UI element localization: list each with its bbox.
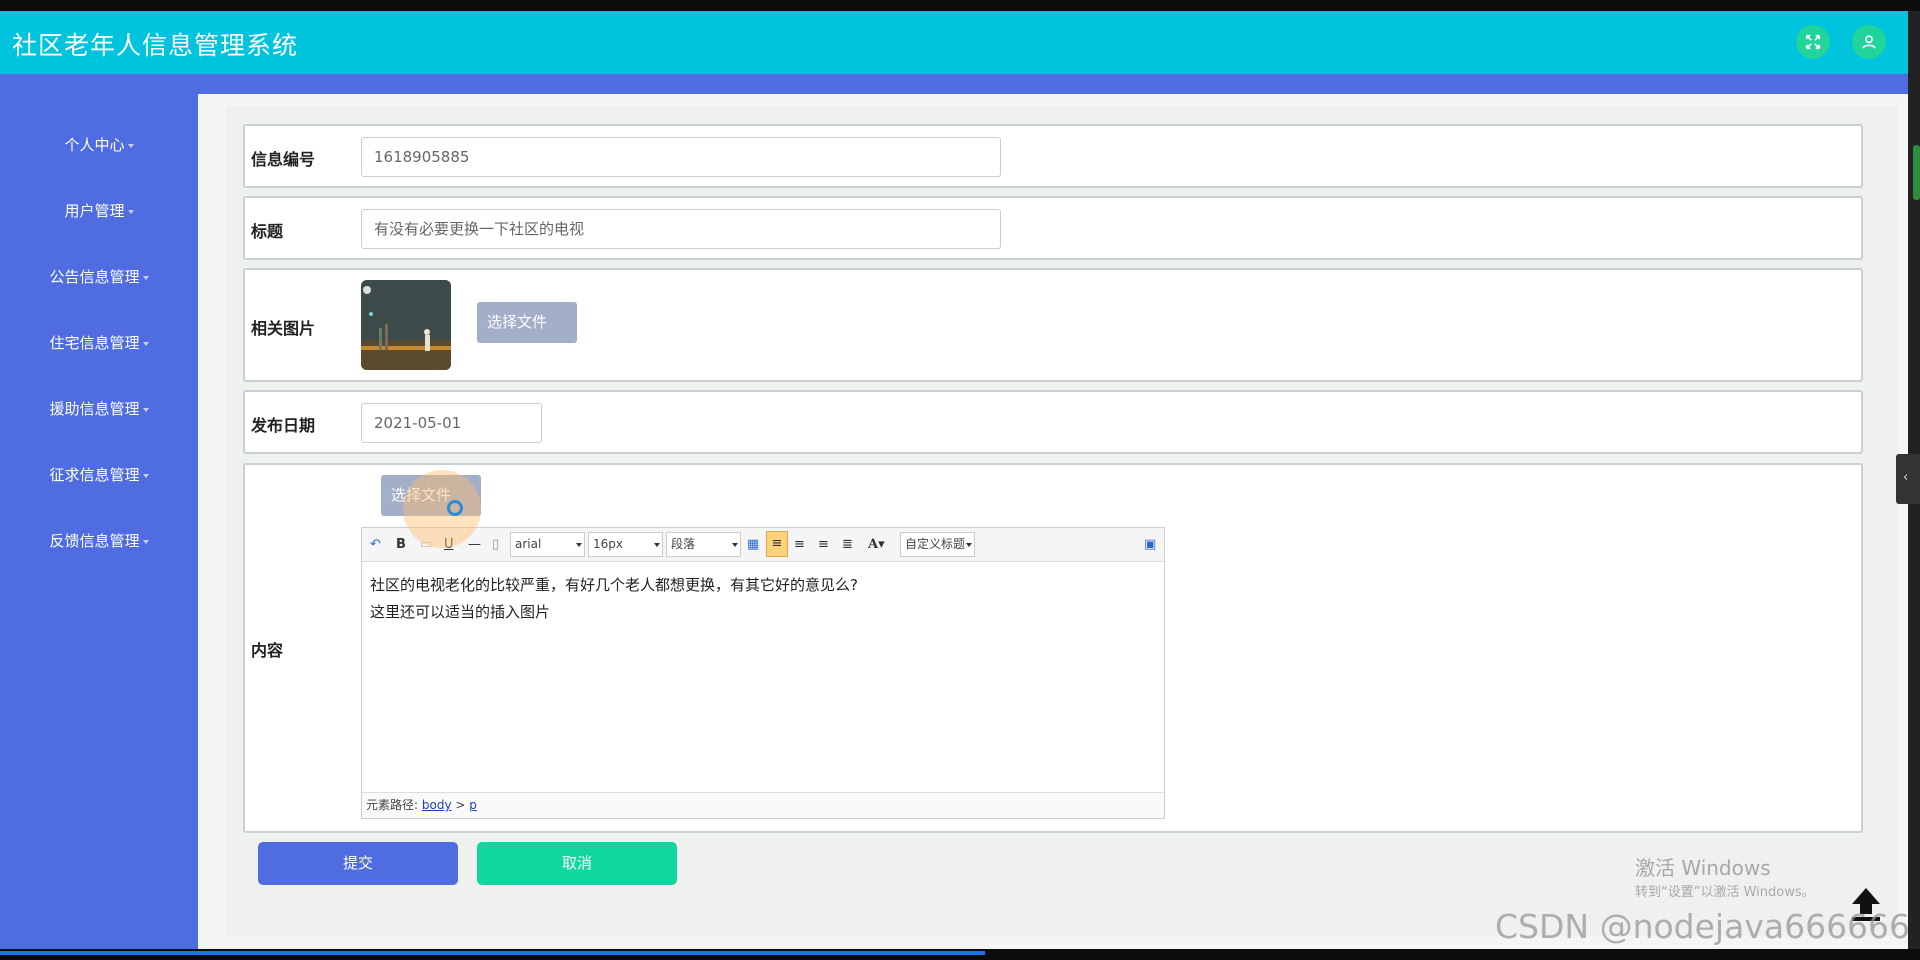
editor-line: 社区的电视老化的比较严重，有好几个老人都想更换，有其它好的意见么?	[370, 576, 858, 594]
form-row-title: 标题 有没有必要更换一下社区的电视	[243, 196, 1863, 260]
undo-icon[interactable]: ↶	[370, 537, 381, 552]
editor-toolbar: ↶ B ▭ U — ▯ arial 16px 段落 ▦ ≡ ≡ ≡ ≣ A▾ 自…	[362, 528, 1164, 562]
windows-activate-subtitle: 转到“设置”以激活 Windows。	[1635, 885, 1815, 900]
caret-down-icon	[142, 407, 149, 412]
custom-title-select[interactable]: 自定义标题	[900, 532, 975, 557]
sidebar-item-label: 个人中心	[64, 136, 125, 154]
cancel-button[interactable]: 取消	[477, 842, 677, 885]
windows-activate-title: 激活 Windows	[1635, 856, 1771, 880]
sidebar-item-assistance[interactable]: 援助信息管理	[0, 398, 198, 419]
editor-body[interactable]: 社区的电视老化的比较严重，有好几个老人都想更换，有其它好的意见么? 这里还可以适…	[370, 572, 858, 626]
fullscreen-icon	[1805, 34, 1821, 50]
sidebar-item-personal-center[interactable]: 个人中心	[0, 134, 198, 155]
image-label: 相关图片	[251, 319, 316, 338]
title-input[interactable]: 有没有必要更换一下社区的电视	[361, 209, 1001, 249]
chevron-left-icon: ‹	[1903, 470, 1909, 485]
form-row-image: 相关图片 选择文件	[243, 268, 1863, 382]
form-row-date: 发布日期 2021-05-01	[243, 390, 1863, 454]
info-no-label: 信息编号	[251, 150, 316, 169]
sidebar-item-label: 公告信息管理	[49, 268, 140, 286]
sidebar-item-label: 援助信息管理	[49, 400, 140, 418]
info-no-input[interactable]: 1618905885	[361, 137, 1001, 177]
caret-down-icon	[142, 539, 149, 544]
sidebar-item-solicitation[interactable]: 征求信息管理	[0, 464, 198, 485]
submit-button[interactable]: 提交	[258, 842, 458, 885]
sidebar-item-label: 反馈信息管理	[49, 532, 140, 550]
bold-icon[interactable]: B	[396, 537, 406, 552]
side-collapse-tab[interactable]: ‹	[1896, 454, 1920, 504]
title-label: 标题	[251, 222, 284, 241]
path-link-p[interactable]: p	[469, 798, 477, 812]
justify-icon[interactable]: ≣	[842, 537, 853, 552]
horizontal-rule-icon[interactable]: —	[468, 537, 481, 552]
scrollbar-thumb[interactable]	[1913, 145, 1920, 200]
caret-down-icon	[127, 143, 134, 148]
path-link-body[interactable]: body	[422, 798, 452, 812]
caret-down-icon	[142, 275, 149, 280]
sidebar-item-label: 征求信息管理	[49, 466, 140, 484]
element-path-bar: 元素路径: body > p	[362, 792, 1164, 818]
preview-icon[interactable]: ▣	[1144, 537, 1156, 552]
form-row-content: 内容 选择文件 ↶ B ▭ U — ▯ arial 16px 段落 ▦ ≡ ≡ …	[243, 463, 1863, 833]
caret-down-icon	[127, 209, 134, 214]
content-label: 内容	[251, 641, 284, 660]
user-button[interactable]	[1852, 25, 1886, 59]
font-family-select[interactable]: arial	[510, 532, 585, 557]
sidebar: 个人中心 用户管理 公告信息管理 住宅信息管理 援助信息管理 征求信息管理 反馈…	[0, 94, 198, 949]
font-size-select[interactable]: 16px	[588, 532, 663, 557]
choose-image-button[interactable]: 选择文件	[477, 302, 577, 343]
align-right-icon[interactable]: ≡	[818, 537, 829, 552]
app-header: 社区老年人信息管理系统	[0, 11, 1908, 74]
video-progress-bar	[0, 951, 985, 955]
align-left-icon[interactable]: ≡	[766, 531, 788, 557]
app-title: 社区老年人信息管理系统	[12, 31, 299, 60]
user-icon	[1862, 35, 1876, 49]
paragraph-select[interactable]: 段落	[666, 532, 741, 557]
cursor-ring-icon	[447, 500, 463, 516]
rich-text-editor[interactable]: ↶ B ▭ U — ▯ arial 16px 段落 ▦ ≡ ≡ ≡ ≣ A▾ 自…	[361, 527, 1165, 819]
sidebar-item-housing[interactable]: 住宅信息管理	[0, 332, 198, 353]
caret-down-icon	[142, 473, 149, 478]
image-thumbnail[interactable]	[361, 280, 451, 370]
table-icon[interactable]: ▦	[747, 537, 759, 552]
fullscreen-button[interactable]	[1796, 25, 1830, 59]
caret-down-icon	[142, 341, 149, 346]
align-center-icon[interactable]: ≡	[794, 537, 805, 552]
date-input[interactable]: 2021-05-01	[361, 403, 542, 443]
page-icon[interactable]: ▯	[492, 537, 499, 552]
sidebar-item-users[interactable]: 用户管理	[0, 200, 198, 221]
date-label: 发布日期	[251, 416, 316, 435]
editor-line: 这里还可以适当的插入图片	[370, 603, 551, 621]
click-highlight	[403, 470, 481, 548]
element-path-label: 元素路径:	[366, 798, 419, 812]
form-row-info-no: 信息编号 1618905885	[243, 124, 1863, 188]
header-strip	[0, 74, 1908, 94]
sidebar-item-label: 住宅信息管理	[49, 334, 140, 352]
watermark-text: CSDN @nodejava666666	[1495, 907, 1911, 946]
sidebar-item-label: 用户管理	[64, 202, 125, 220]
sidebar-item-feedback[interactable]: 反馈信息管理	[0, 530, 198, 551]
path-separator: >	[455, 798, 466, 812]
sidebar-item-notices[interactable]: 公告信息管理	[0, 266, 198, 287]
screen-top-border	[0, 0, 1920, 11]
font-color-icon[interactable]: A▾	[868, 537, 885, 552]
